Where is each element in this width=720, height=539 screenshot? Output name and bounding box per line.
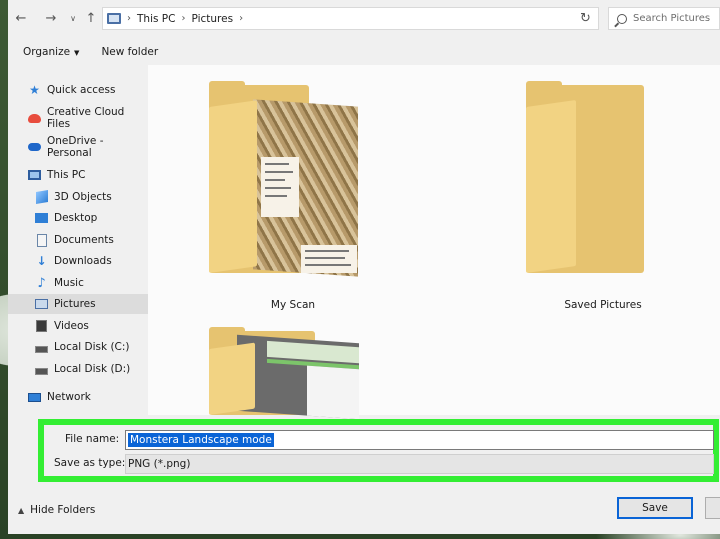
sidebar-item-label: OneDrive - Personal [47, 135, 104, 159]
sidebar-item-label: Network [47, 391, 91, 403]
creative-cloud-icon [28, 112, 41, 125]
sidebar-item-label: Downloads [54, 255, 112, 267]
breadcrumb-pictures[interactable]: Pictures [191, 13, 233, 25]
save-button[interactable]: Save [617, 497, 693, 519]
sidebar-item-onedrive[interactable]: OneDrive - Personal [8, 135, 148, 159]
organize-button[interactable]: Organize ▼ [23, 46, 79, 58]
back-arrow-icon[interactable]: ← [12, 9, 30, 27]
sidebar-item-label: Local Disk (C:) [54, 341, 130, 353]
sidebar-item-3d-objects[interactable]: 3D Objects [8, 187, 148, 207]
folder-tile-saved-pictures[interactable]: Saved Pictures [518, 77, 678, 311]
search-input[interactable]: Search Pictures [608, 7, 720, 30]
documents-icon [35, 233, 48, 247]
pictures-icon [35, 298, 48, 311]
breadcrumb-this-pc[interactable]: This PC [137, 13, 175, 25]
refresh-icon[interactable]: ↻ [573, 7, 599, 30]
sidebar-item-desktop[interactable]: Desktop [8, 208, 148, 228]
sidebar-item-downloads[interactable]: ↓ Downloads [8, 251, 148, 271]
folder-name: Saved Pictures [564, 299, 642, 311]
breadcrumb-separator-icon: › [239, 13, 244, 24]
organize-label: Organize [23, 45, 71, 58]
address-row: ← → ∨ ↑ › This PC › Pictures › ∨ ↻ Searc… [8, 0, 720, 38]
sidebar-item-label: Local Disk (D:) [54, 363, 131, 375]
save-as-type-select[interactable]: PNG (*.png) [125, 454, 714, 474]
sidebar-item-label: Documents [54, 234, 114, 246]
disk-icon [35, 341, 48, 354]
screenshot-thumbnail [237, 334, 359, 420]
search-icon [617, 13, 627, 24]
dialog-footer: ▲ Hide Folders Save [8, 488, 720, 534]
sidebar-item-label: 3D Objects [54, 191, 112, 203]
organize-caret-icon: ▼ [74, 48, 80, 57]
desktop-icon [35, 212, 48, 225]
address-bar[interactable]: › This PC › Pictures › ∨ [102, 7, 647, 31]
hide-folders-button[interactable]: ▲ Hide Folders [18, 504, 95, 516]
sidebar-item-documents[interactable]: Documents [8, 230, 148, 250]
computer-icon [28, 169, 41, 182]
breadcrumb-separator-icon: › [181, 13, 186, 24]
sidebar-item-label: Music [54, 277, 84, 289]
folder-tab [526, 81, 562, 89]
breadcrumb-separator-icon: › [127, 13, 131, 24]
sidebar-item-label: This PC [47, 169, 86, 181]
sidebar-item-local-disk-d[interactable]: Local Disk (D:) [8, 359, 148, 379]
videos-icon [35, 320, 48, 333]
thumbnail-text-block [261, 157, 299, 217]
file-name-value: Monstera Landscape mode [128, 433, 274, 447]
folder-tab [209, 327, 245, 335]
hide-folders-label: Hide Folders [30, 504, 96, 516]
sidebar-item-label: Desktop [54, 212, 98, 224]
network-icon [28, 391, 41, 404]
sidebar-item-label: Videos [54, 320, 89, 332]
file-name-label: File name: [65, 433, 120, 445]
disk-icon [35, 363, 48, 376]
sidebar-item-music[interactable]: ♪ Music [8, 273, 148, 293]
sidebar-item-creative-cloud[interactable]: Creative Cloud Files [8, 106, 148, 130]
music-icon: ♪ [37, 275, 46, 291]
toolbar: Organize ▼ New folder [8, 38, 720, 65]
folder-tile-3[interactable] [203, 327, 363, 420]
folder-tab [209, 81, 245, 89]
sidebar-item-label: Pictures [54, 298, 96, 310]
save-as-type-label: Save as type: [54, 457, 126, 469]
sidebar-item-network[interactable]: Network [8, 387, 148, 407]
thumbnail-caption-block [301, 245, 357, 273]
onedrive-icon [28, 141, 41, 154]
save-as-dialog: ← → ∨ ↑ › This PC › Pictures › ∨ ↻ Searc… [8, 0, 720, 534]
file-name-input[interactable]: Monstera Landscape mode [125, 430, 714, 450]
search-placeholder: Search Pictures [633, 13, 711, 24]
folder-front-panel [526, 99, 576, 273]
folder-tile-my-scan[interactable]: My Scan [203, 77, 363, 311]
sidebar-item-quick-access[interactable]: ★ Quick access [8, 80, 148, 100]
folder-front-panel [209, 100, 257, 273]
up-arrow-icon[interactable]: ↑ [82, 9, 100, 27]
navigation-pane: ★ Quick access Creative Cloud Files OneD… [8, 72, 148, 412]
sidebar-item-local-disk-c[interactable]: Local Disk (C:) [8, 337, 148, 357]
downloads-icon: ↓ [36, 254, 47, 268]
pc-icon [107, 13, 121, 24]
sidebar-item-this-pc[interactable]: This PC [8, 165, 148, 185]
sidebar-item-label: Quick access [47, 84, 116, 96]
3d-objects-icon [35, 189, 48, 205]
sidebar-item-videos[interactable]: Videos [8, 316, 148, 336]
folder-front-panel [209, 342, 255, 415]
sidebar-item-label: Creative Cloud Files [47, 106, 125, 130]
star-icon: ★ [29, 83, 40, 97]
file-list-area: My Scan Saved Pictures [148, 65, 720, 420]
cancel-button[interactable] [705, 497, 720, 519]
filename-highlight-box: File name: Monstera Landscape mode Save … [38, 419, 719, 482]
recent-locations-chevron-icon[interactable]: ∨ [64, 9, 82, 27]
forward-arrow-icon[interactable]: → [42, 9, 60, 27]
save-as-type-value: PNG (*.png) [128, 458, 191, 470]
folder-name: My Scan [270, 299, 316, 311]
sidebar-item-pictures[interactable]: Pictures [8, 294, 148, 314]
new-folder-button[interactable]: New folder [101, 46, 158, 58]
chevron-up-icon: ▲ [18, 505, 25, 515]
